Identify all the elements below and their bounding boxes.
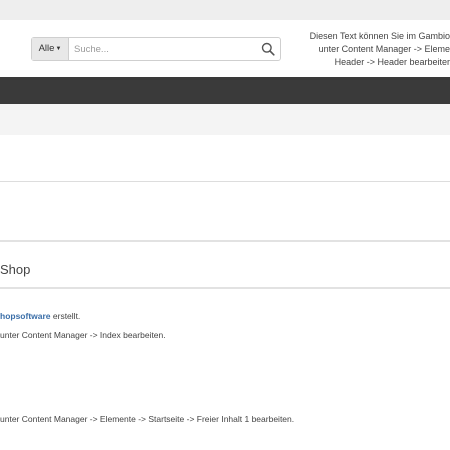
paragraph-index-hint: unter Content Manager -> Index bearbeite… — [0, 330, 166, 340]
credit-suffix: erstellt. — [50, 311, 81, 321]
category-dropdown[interactable]: Alle▼ — [32, 38, 69, 60]
header-note-line: Header -> Header bearbeiter — [334, 57, 450, 67]
category-label: Alle — [38, 43, 55, 54]
caret-down-icon: ▼ — [55, 46, 62, 52]
content-divider — [0, 181, 450, 182]
paragraph-credit: hopsoftware erstellt. — [0, 311, 80, 321]
top-bar — [0, 0, 450, 20]
search-icon[interactable] — [261, 42, 275, 56]
section-divider — [0, 240, 450, 242]
main-navbar — [0, 77, 450, 104]
shopsoftware-link[interactable]: hopsoftware — [0, 311, 51, 321]
section-title: Shop — [0, 262, 31, 277]
sub-navbar — [0, 104, 450, 135]
paragraph-free-content-hint: unter Content Manager -> Elemente -> Sta… — [0, 414, 295, 424]
header-note: Diesen Text können Sie im Gambio unter C… — [300, 30, 450, 69]
header-note-line: Diesen Text können Sie im Gambio — [309, 31, 450, 41]
search-box: Alle▼ — [31, 37, 281, 61]
search-input[interactable] — [74, 38, 254, 60]
section-title-divider — [0, 287, 450, 289]
header-note-line: unter Content Manager -> Eleme — [318, 44, 450, 54]
